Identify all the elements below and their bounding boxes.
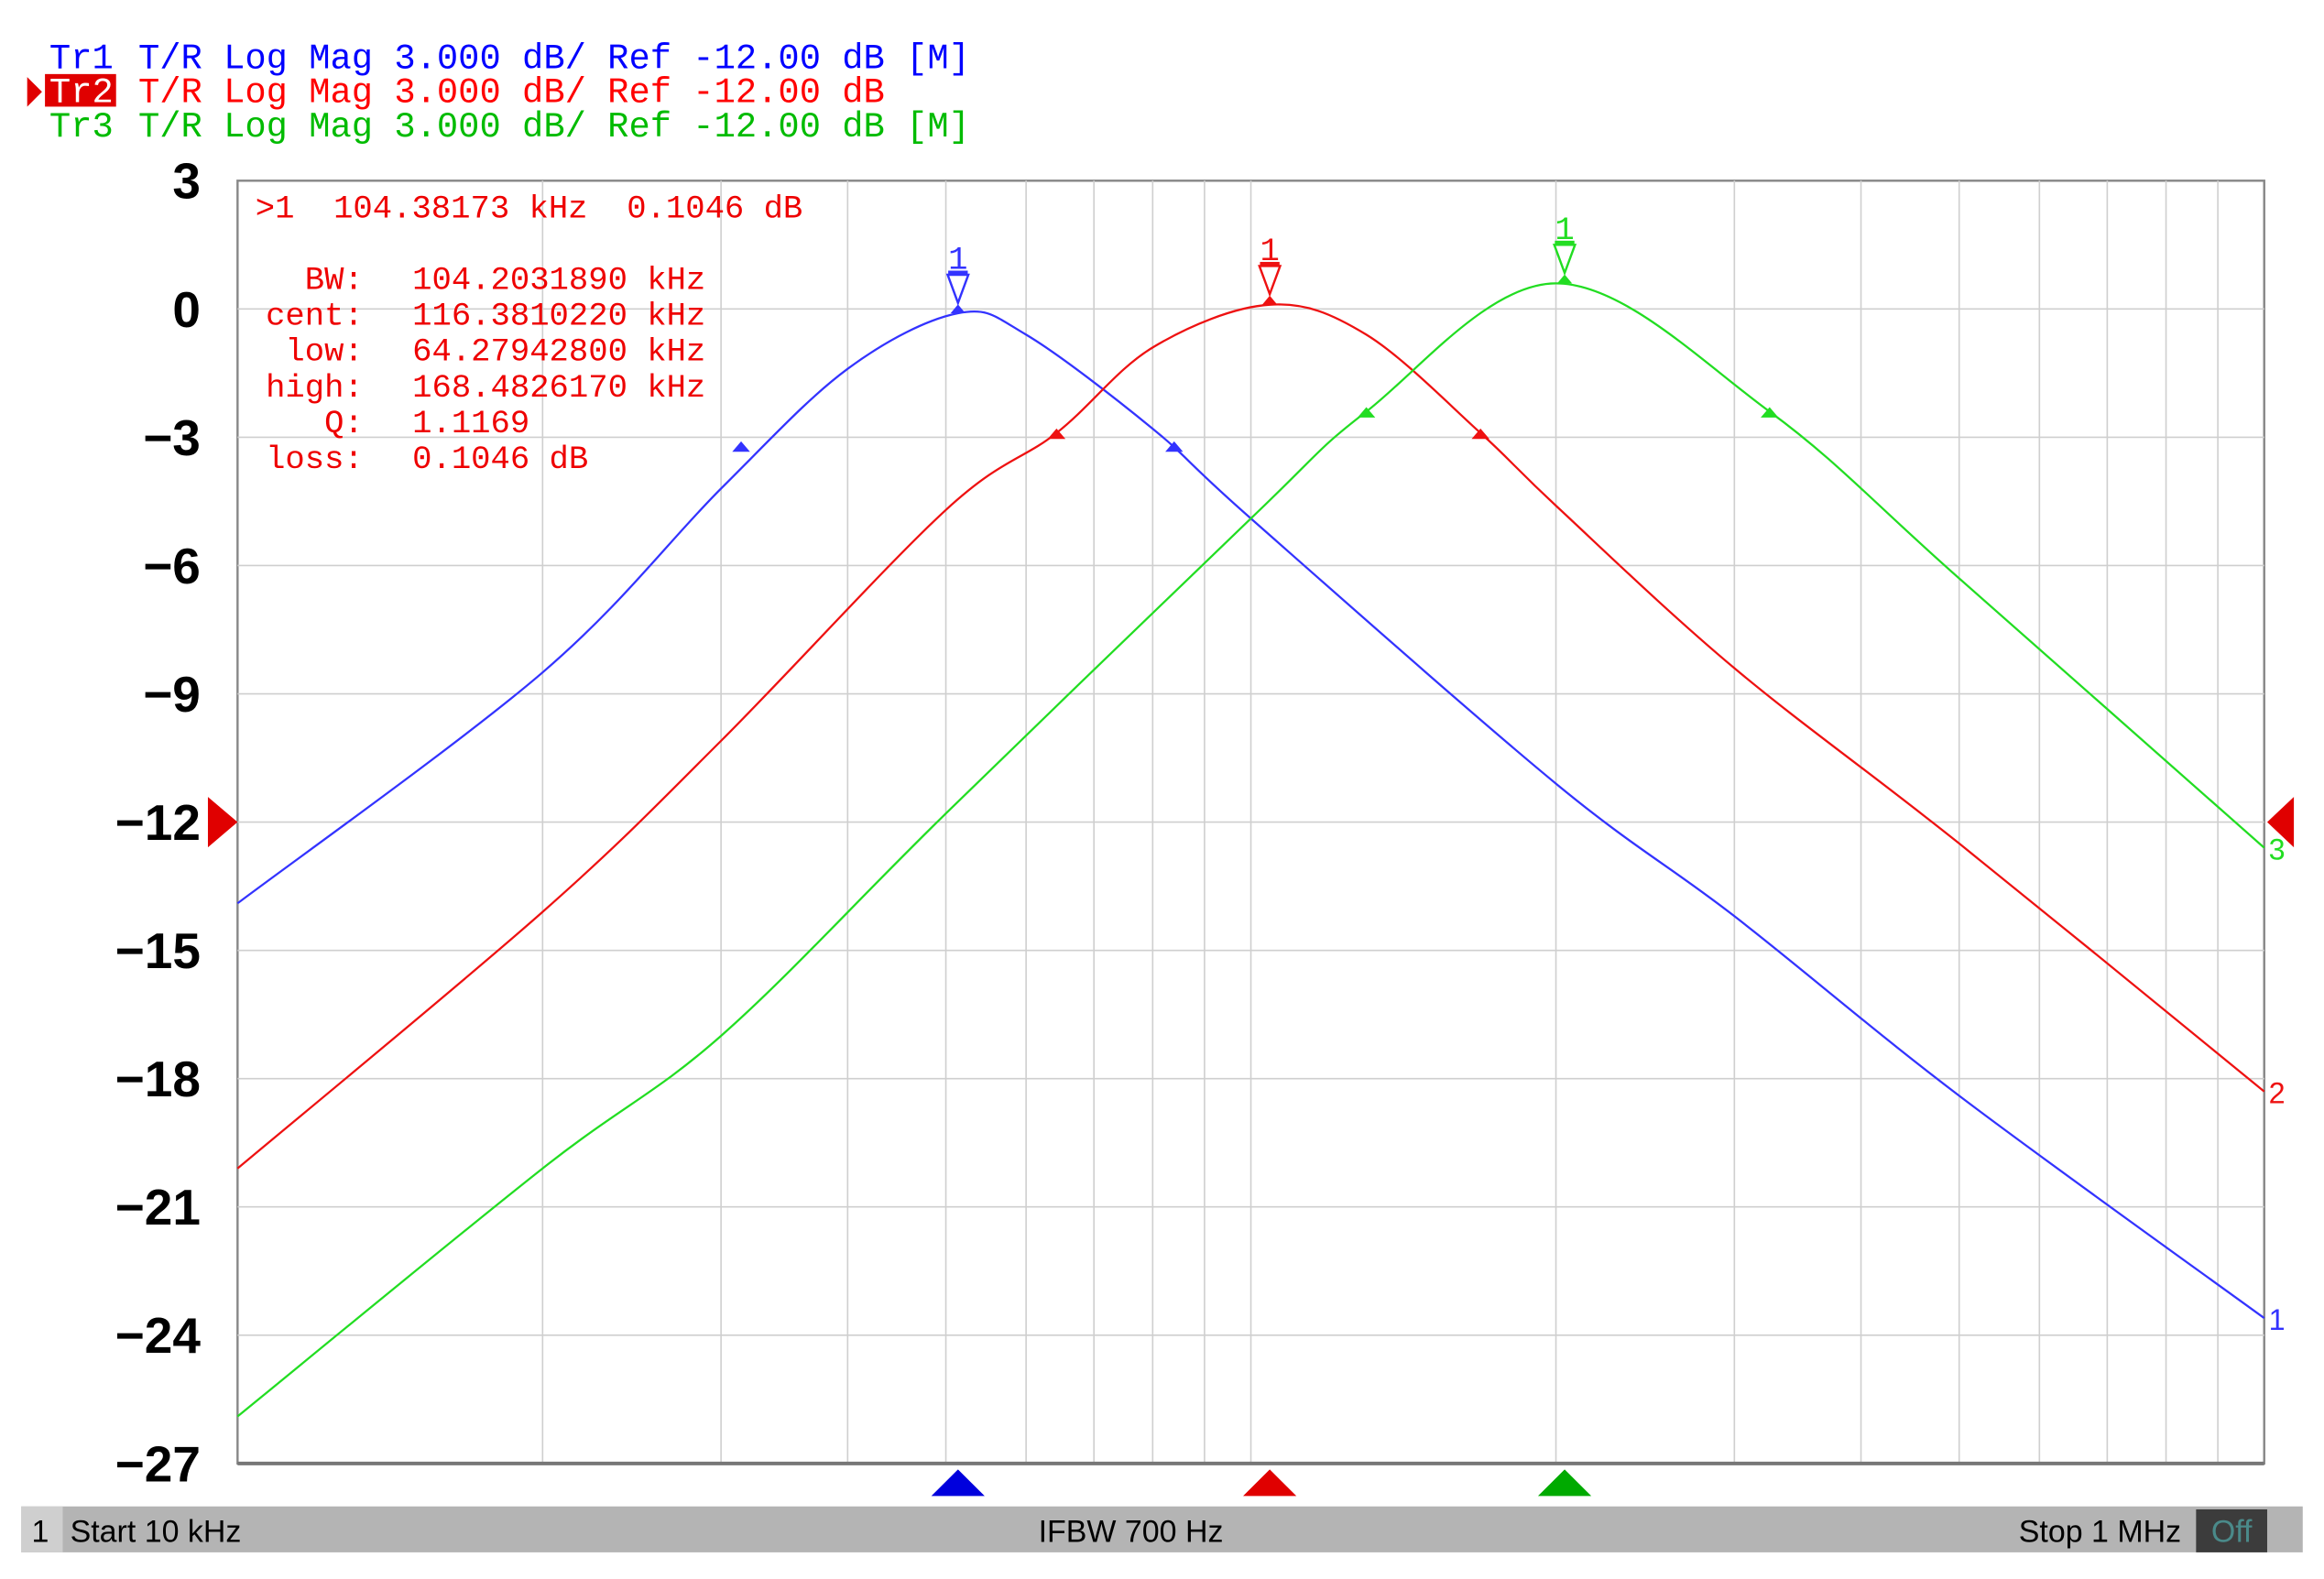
y-tick-label: −6 <box>143 538 201 594</box>
y-axis-tick-labels: 3 0 −3 −6 −9 −12 −15 −18 −21 −24 −27 <box>115 153 202 1493</box>
y-tick-label: −21 <box>115 1179 201 1236</box>
status-bar: 1 Start 10 kHz IFBW 700 Hz Stop 1 MHz Of… <box>21 1506 2303 1552</box>
marker-position-arrow-icon[interactable] <box>931 1469 985 1497</box>
ifbw[interactable]: IFBW 700 Hz <box>1039 1515 1224 1550</box>
readout-value: 168.4826170 kHz <box>412 369 705 407</box>
y-tick-label: −9 <box>143 666 201 723</box>
marker-position-arrow-icon[interactable] <box>1243 1469 1297 1497</box>
readout-label: loss: <box>266 441 364 478</box>
readout-label: low: <box>285 333 363 371</box>
readout-label: high: <box>266 369 364 407</box>
marker-label: 1 <box>1555 212 1574 249</box>
trace-end-label: 1 <box>2269 1303 2286 1336</box>
marker-position-arrow-icon[interactable] <box>1537 1469 1592 1497</box>
y-tick-label: −27 <box>115 1435 201 1492</box>
y-tick-label: −12 <box>115 794 201 851</box>
start-frequency[interactable]: Start 10 kHz <box>71 1515 242 1550</box>
readout-value: 104.2031890 kHz <box>412 261 705 299</box>
trace-settings-tr3[interactable]: T/R Log Mag 3.000 dB/ Ref -12.00 dB [M] <box>138 107 970 147</box>
readout-label: Q: <box>324 405 364 442</box>
readout-value: 0.1046 dB <box>412 441 588 478</box>
y-tick-label: −24 <box>115 1307 202 1364</box>
trace-id-tr3[interactable]: Tr3 <box>49 107 114 147</box>
trace-end-label: 3 <box>2269 833 2286 866</box>
readout-value: 64.27942800 kHz <box>412 333 705 371</box>
y-tick-label: 3 <box>172 153 201 210</box>
channel-number[interactable]: 1 <box>32 1515 49 1550</box>
readout-value: 1.1169 <box>412 405 529 442</box>
marker-label: 1 <box>948 242 967 279</box>
y-tick-label: −3 <box>143 409 201 466</box>
ref-level-left-icon[interactable] <box>207 797 238 848</box>
marker-readout-main: >1 104.38173 kHz 0.1046 dB <box>256 191 803 228</box>
y-tick-label: 0 <box>172 281 201 338</box>
readout-label: cent: <box>266 298 364 335</box>
y-tick-label: −18 <box>115 1051 201 1107</box>
stop-frequency[interactable]: Stop 1 MHz <box>2019 1515 2181 1550</box>
active-trace-arrow-icon <box>27 77 42 107</box>
averaging-state[interactable]: Off <box>2211 1515 2253 1550</box>
vna-display: Tr1 T/R Log Mag 3.000 dB/ Ref -12.00 dB [… <box>21 38 2303 1552</box>
marker-label: 1 <box>1260 233 1279 270</box>
readout-label: BW: <box>305 261 364 299</box>
y-tick-label: −15 <box>115 922 201 979</box>
trace-end-label: 2 <box>2269 1077 2286 1110</box>
readout-value: 116.3810220 kHz <box>412 298 705 335</box>
trace-header: Tr1 T/R Log Mag 3.000 dB/ Ref -12.00 dB [… <box>27 38 970 147</box>
